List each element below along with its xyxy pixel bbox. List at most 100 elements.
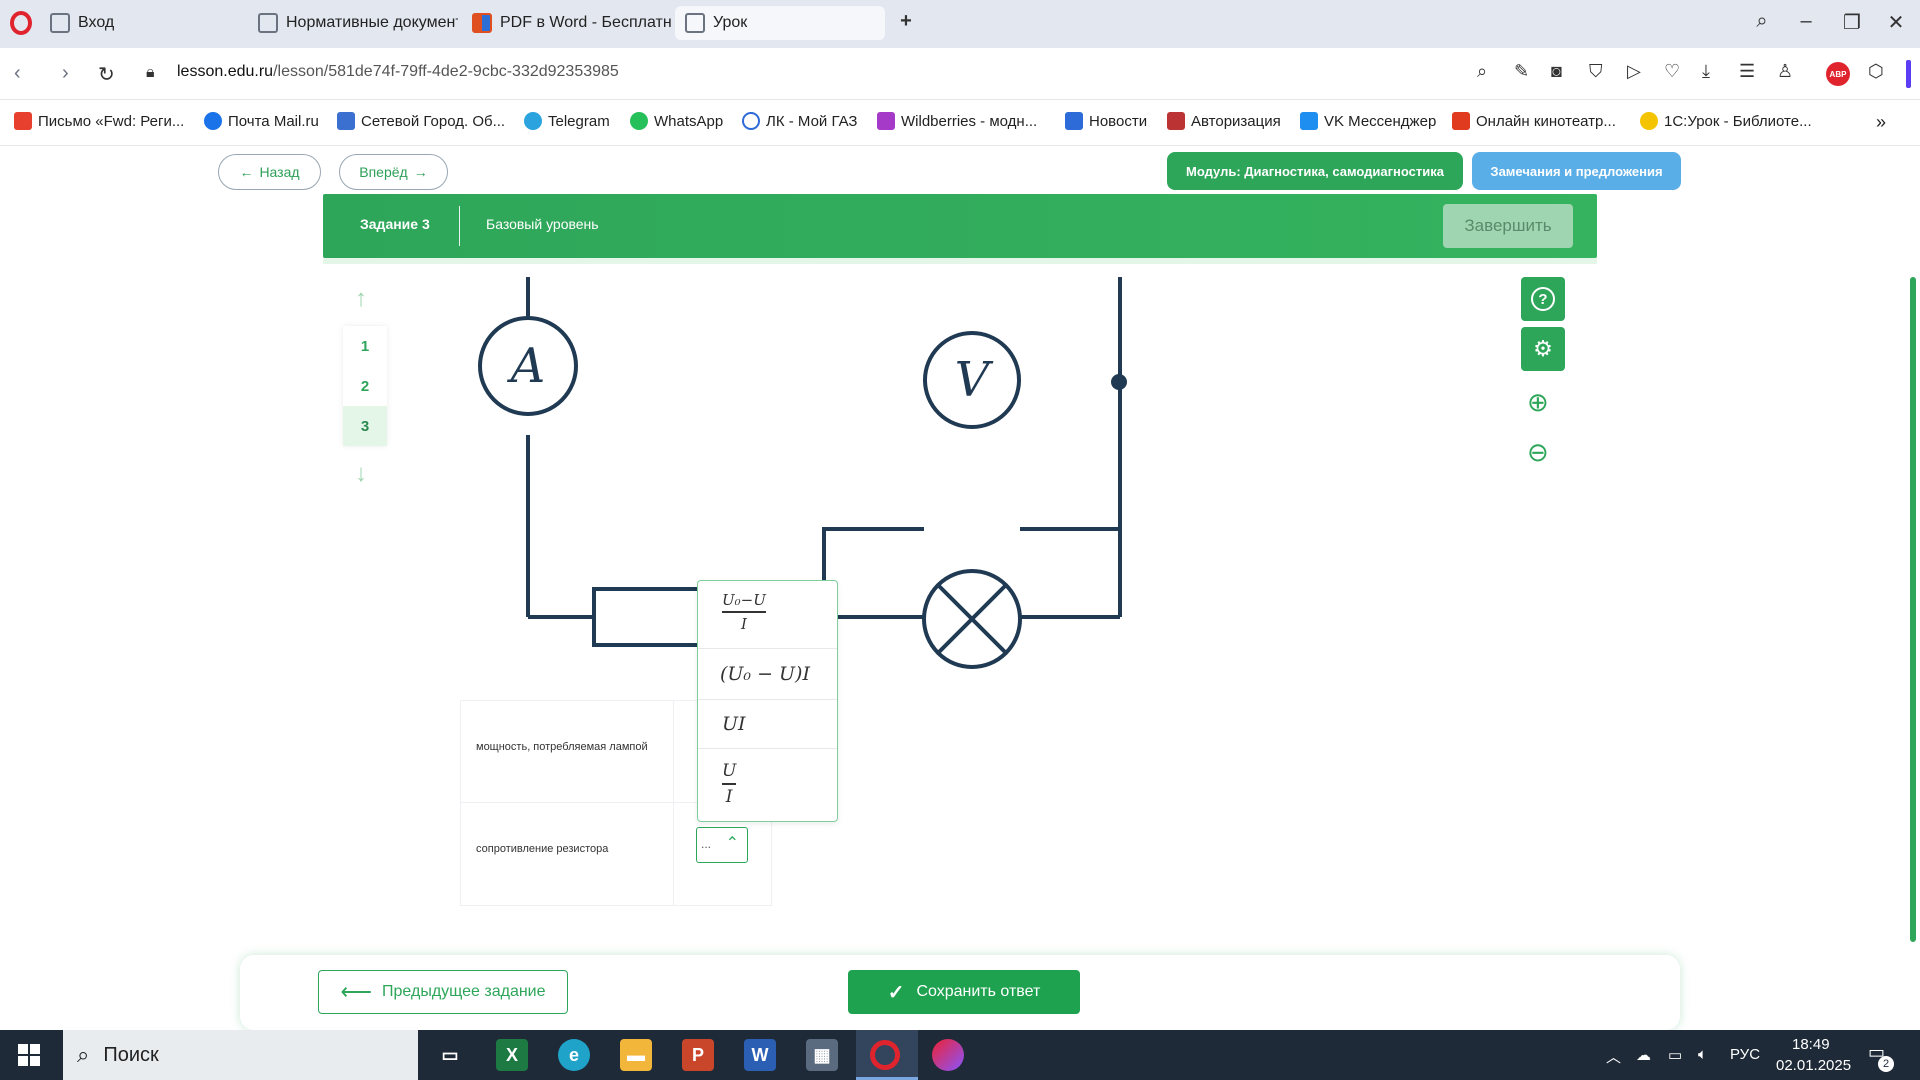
option-4[interactable]: U I [698,749,837,821]
restore-button[interactable]: ❐ [1838,10,1866,35]
scroll-down-icon[interactable]: ↓ [355,460,367,488]
option-1[interactable]: U₀−U I [698,581,837,649]
calculator-icon[interactable]: ▦ [806,1039,838,1071]
more-bookmarks-icon[interactable]: » [1876,112,1886,133]
profile-icon[interactable]: ♙ [1777,61,1793,82]
question-2-button[interactable]: 2 [343,366,387,406]
lock-icon: 🔒︎ [146,64,155,81]
file-explorer-icon[interactable]: ▬ [620,1039,652,1071]
bookmark-1c-lesson[interactable]: 1С:Урок - Библиоте... [1640,112,1812,130]
network-icon[interactable]: ▭ [1668,1046,1682,1064]
fraction: U I [722,761,737,807]
edge-icon[interactable]: e [558,1039,590,1071]
previous-task-button[interactable]: ⟵ Предыдущее задание [318,970,568,1014]
new-tab-button[interactable]: + [892,10,920,33]
page-scrollbar[interactable] [1910,277,1916,942]
edit-icon[interactable]: ✎ [1514,61,1529,82]
forward-icon[interactable]: › [62,62,69,85]
opera-taskbar-icon[interactable] [870,1040,900,1070]
bookmark-mail-ru[interactable]: Почта Mail.ru [204,112,319,130]
bookmarks-bar: Письмо «Fwd: Реги... Почта Mail.ru Сетев… [0,100,1920,146]
vk-icon [1065,112,1083,130]
extensions-icon[interactable]: ⬡ [1868,61,1884,82]
bookmark-whatsapp[interactable]: WhatsApp [630,112,723,130]
bookmark-vk-messenger[interactable]: VK Мессенджер [1300,112,1436,130]
back-icon[interactable]: ‹ [14,62,21,85]
bookmark-telegram[interactable]: Telegram [524,112,610,130]
word-icon[interactable]: W [744,1039,776,1071]
url-field[interactable]: lesson.edu.ru/lesson/581de74f-79ff-4de2-… [177,63,619,81]
search-tabs-icon[interactable]: ⌕ [1748,10,1776,33]
school-icon [337,112,355,130]
question-3-button[interactable]: 3 [343,406,387,446]
tab-normative-docs[interactable]: Нормативные документы [248,6,458,40]
app-gem-icon[interactable] [932,1039,964,1071]
answer-select[interactable]: ... ⌃ [696,827,748,863]
auth-icon [1167,112,1185,130]
save-answer-button[interactable]: ✓ Сохранить ответ [848,970,1080,1014]
option-3[interactable]: UI [698,700,837,749]
bookmark-auth[interactable]: Авторизация [1167,112,1281,130]
bookmark-cinema[interactable]: Онлайн кинотеатр... [1452,112,1616,130]
bookmark-network-city[interactable]: Сетевой Город. Об... [337,112,505,130]
easy-setup-icon[interactable]: ☰ [1739,61,1755,82]
bookmark-wildberries[interactable]: Wildberries - модн... [877,112,1037,130]
bookmark-my-gas[interactable]: ЛК - Мой ГАЗ [742,112,857,130]
opera-logo-icon[interactable] [10,11,32,35]
tab-bar: Вход Нормативные документы PDF в Word - … [0,0,1920,48]
play-icon[interactable]: ▷ [1627,61,1641,82]
zoom-in-text-icon[interactable]: ⊕ [1527,387,1549,418]
bookmark-mail-letter[interactable]: Письмо «Fwd: Реги... [14,112,184,130]
fraction: U₀−U I [722,591,766,633]
show-hidden-icons[interactable]: ︿ [1606,1046,1621,1067]
volume-icon[interactable]: 🔈︎ [1698,1046,1707,1063]
minimize-button[interactable]: – [1792,10,1820,33]
camera-icon[interactable]: ◙ [1551,61,1562,82]
scroll-up-icon[interactable]: ↑ [355,285,367,313]
adblock-icon[interactable]: ABP [1826,62,1850,86]
finish-button[interactable]: Завершить [1443,204,1573,248]
select-value: ... [701,837,712,851]
check-icon: ✓ [887,981,905,1004]
voltmeter: V [923,331,1021,429]
header-divider [459,206,460,246]
module-button[interactable]: Модуль: Диагностика, самодиагностика [1167,152,1463,190]
shield-icon[interactable]: ⛉ [1589,61,1603,82]
telegram-icon [524,112,542,130]
task-view-icon[interactable]: ▭ [434,1039,466,1071]
arrow-right-icon: → [413,164,428,180]
reload-icon[interactable]: ↻ [98,62,115,87]
excel-icon[interactable]: X [496,1039,528,1071]
zoom-out-text-icon[interactable]: ⊖ [1527,437,1549,468]
heart-icon[interactable]: ♡ [1664,61,1680,82]
row-label: мощность, потребляемая лампой [476,741,648,753]
windows-start-icon[interactable] [18,1044,40,1066]
back-button[interactable]: ← Назад [218,154,321,190]
forward-button[interactable]: Вперёд → [339,154,448,190]
option-2[interactable]: (U₀ − U)I [698,649,837,700]
feedback-button[interactable]: Замечания и предложения [1472,152,1681,190]
tab-login[interactable]: Вход [40,6,245,40]
language-indicator[interactable]: РУС [1730,1046,1760,1063]
settings-button[interactable]: ⚙ [1521,327,1565,371]
1c-icon [1640,112,1658,130]
cloud-icon[interactable]: ☁ [1636,1046,1651,1064]
taskbar-search[interactable]: ⌕ Поиск [63,1030,418,1080]
sidebar-toggle[interactable] [1906,60,1911,88]
cinema-icon [1452,112,1470,130]
pdf-word-icon [472,13,492,33]
clock-date[interactable]: 02.01.2025 [1776,1057,1851,1074]
header-underline [323,258,1597,264]
download-icon[interactable]: ⤓ [1702,61,1710,82]
powerpoint-icon[interactable]: P [682,1039,714,1071]
fraction-bar [722,783,737,785]
tab-pdf-to-word[interactable]: PDF в Word - Бесплатный [462,6,672,40]
bookmark-news[interactable]: Новости [1065,112,1147,130]
close-window-button[interactable]: ✕ [1882,10,1910,35]
question-1-button[interactable]: 1 [343,326,387,366]
clock-time[interactable]: 18:49 [1792,1036,1830,1053]
bottom-actions: ⟵ Предыдущее задание ✓ Сохранить ответ [240,955,1680,1030]
help-button[interactable]: ? [1521,277,1565,321]
page-search-icon[interactable]: ⌕ [1477,61,1487,82]
tab-lesson[interactable]: Урок [675,6,885,40]
